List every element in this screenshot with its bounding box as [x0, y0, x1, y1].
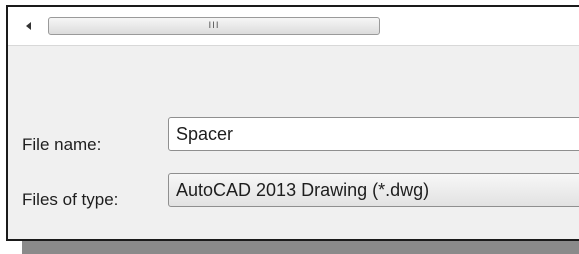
file-name-value: Spacer — [176, 123, 234, 144]
horizontal-scrollbar[interactable]: III — [18, 16, 579, 35]
dialog-shadow-bottom — [22, 241, 579, 254]
file-type-label: Files of type: — [22, 190, 119, 209]
scroll-left-button[interactable] — [18, 16, 38, 35]
file-type-select[interactable]: AutoCAD 2013 Drawing (*.dwg) — [168, 173, 579, 207]
save-drawing-dialog: III File name: Spacer Files of type: Aut… — [6, 5, 579, 241]
file-list-pane: III — [8, 7, 579, 46]
file-type-value: AutoCAD 2013 Drawing (*.dwg) — [176, 179, 430, 200]
file-name-input[interactable]: Spacer — [168, 117, 579, 151]
file-name-label: File name: — [22, 135, 102, 154]
scroll-thumb[interactable]: III — [48, 17, 380, 35]
arrow-left-icon — [25, 21, 31, 30]
grip-icon: III — [208, 20, 220, 31]
